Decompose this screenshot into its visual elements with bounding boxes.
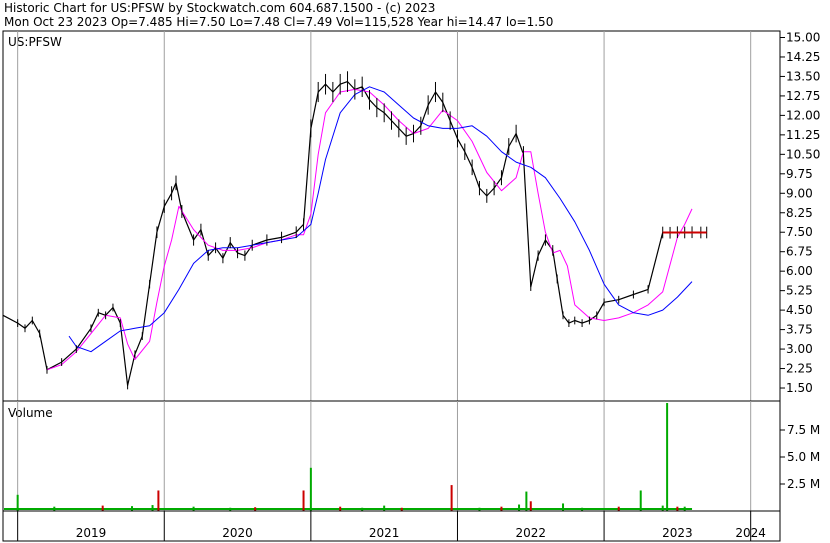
price-y-tick-label: 13.50: [786, 69, 820, 83]
price-y-axis: 15.00 14.25 13.50 12.75 12.00 11.25 10.50 9.75 9…: [780, 30, 820, 395]
price-y-tick-label: 3.00: [786, 342, 813, 356]
stock-chart: US:PFSW 15.00 14.25 13.50 12.75 12.00 11.25 10…: [2, 30, 820, 542]
x-axis-label: 2024: [735, 526, 766, 540]
price-y-tick-label: 8.25: [786, 206, 813, 220]
price-y-tick-label: 9.00: [786, 186, 813, 200]
price-y-tick-label: 11.25: [786, 128, 820, 142]
volume-y-tick-label: 7.5 M: [787, 423, 820, 437]
price-y-tick-label: 9.75: [786, 167, 813, 181]
x-axis-label: 2023: [662, 526, 693, 540]
volume-y-tick-label: 5.0 M: [787, 450, 820, 464]
volume-y-tick-label: 2.5 M: [787, 477, 820, 491]
x-axis-label: 2021: [369, 526, 400, 540]
x-axis-label: 2022: [516, 526, 547, 540]
price-y-tick-label: 6.00: [786, 264, 813, 278]
price-y-tick-label: 7.50: [786, 225, 813, 239]
price-y-tick-label: 3.75: [786, 323, 813, 337]
volume-y-axis: 7.5 M 5.0 M 2.5 M: [780, 423, 820, 491]
price-y-tick-label: 1.50: [786, 381, 813, 395]
volume-panel: [2, 400, 781, 512]
price-y-tick-label: 15.00: [786, 30, 820, 44]
x-axis-label: 2019: [76, 526, 107, 540]
price-y-tick-label: 5.25: [786, 284, 813, 298]
price-y-tick-label: 12.00: [786, 108, 820, 122]
price-y-tick-label: 4.50: [786, 303, 813, 317]
price-y-tick-label: 10.50: [786, 147, 820, 161]
price-y-tick-label: 2.25: [786, 362, 813, 376]
x-axis-label: 2020: [222, 526, 253, 540]
price-panel: [2, 30, 781, 402]
price-panel-title: US:PFSW: [8, 35, 62, 49]
volume-panel-title: Volume: [8, 406, 53, 420]
price-y-tick-label: 6.75: [786, 245, 813, 259]
price-y-tick-label: 12.75: [786, 89, 820, 103]
price-y-tick-label: 14.25: [786, 50, 820, 64]
